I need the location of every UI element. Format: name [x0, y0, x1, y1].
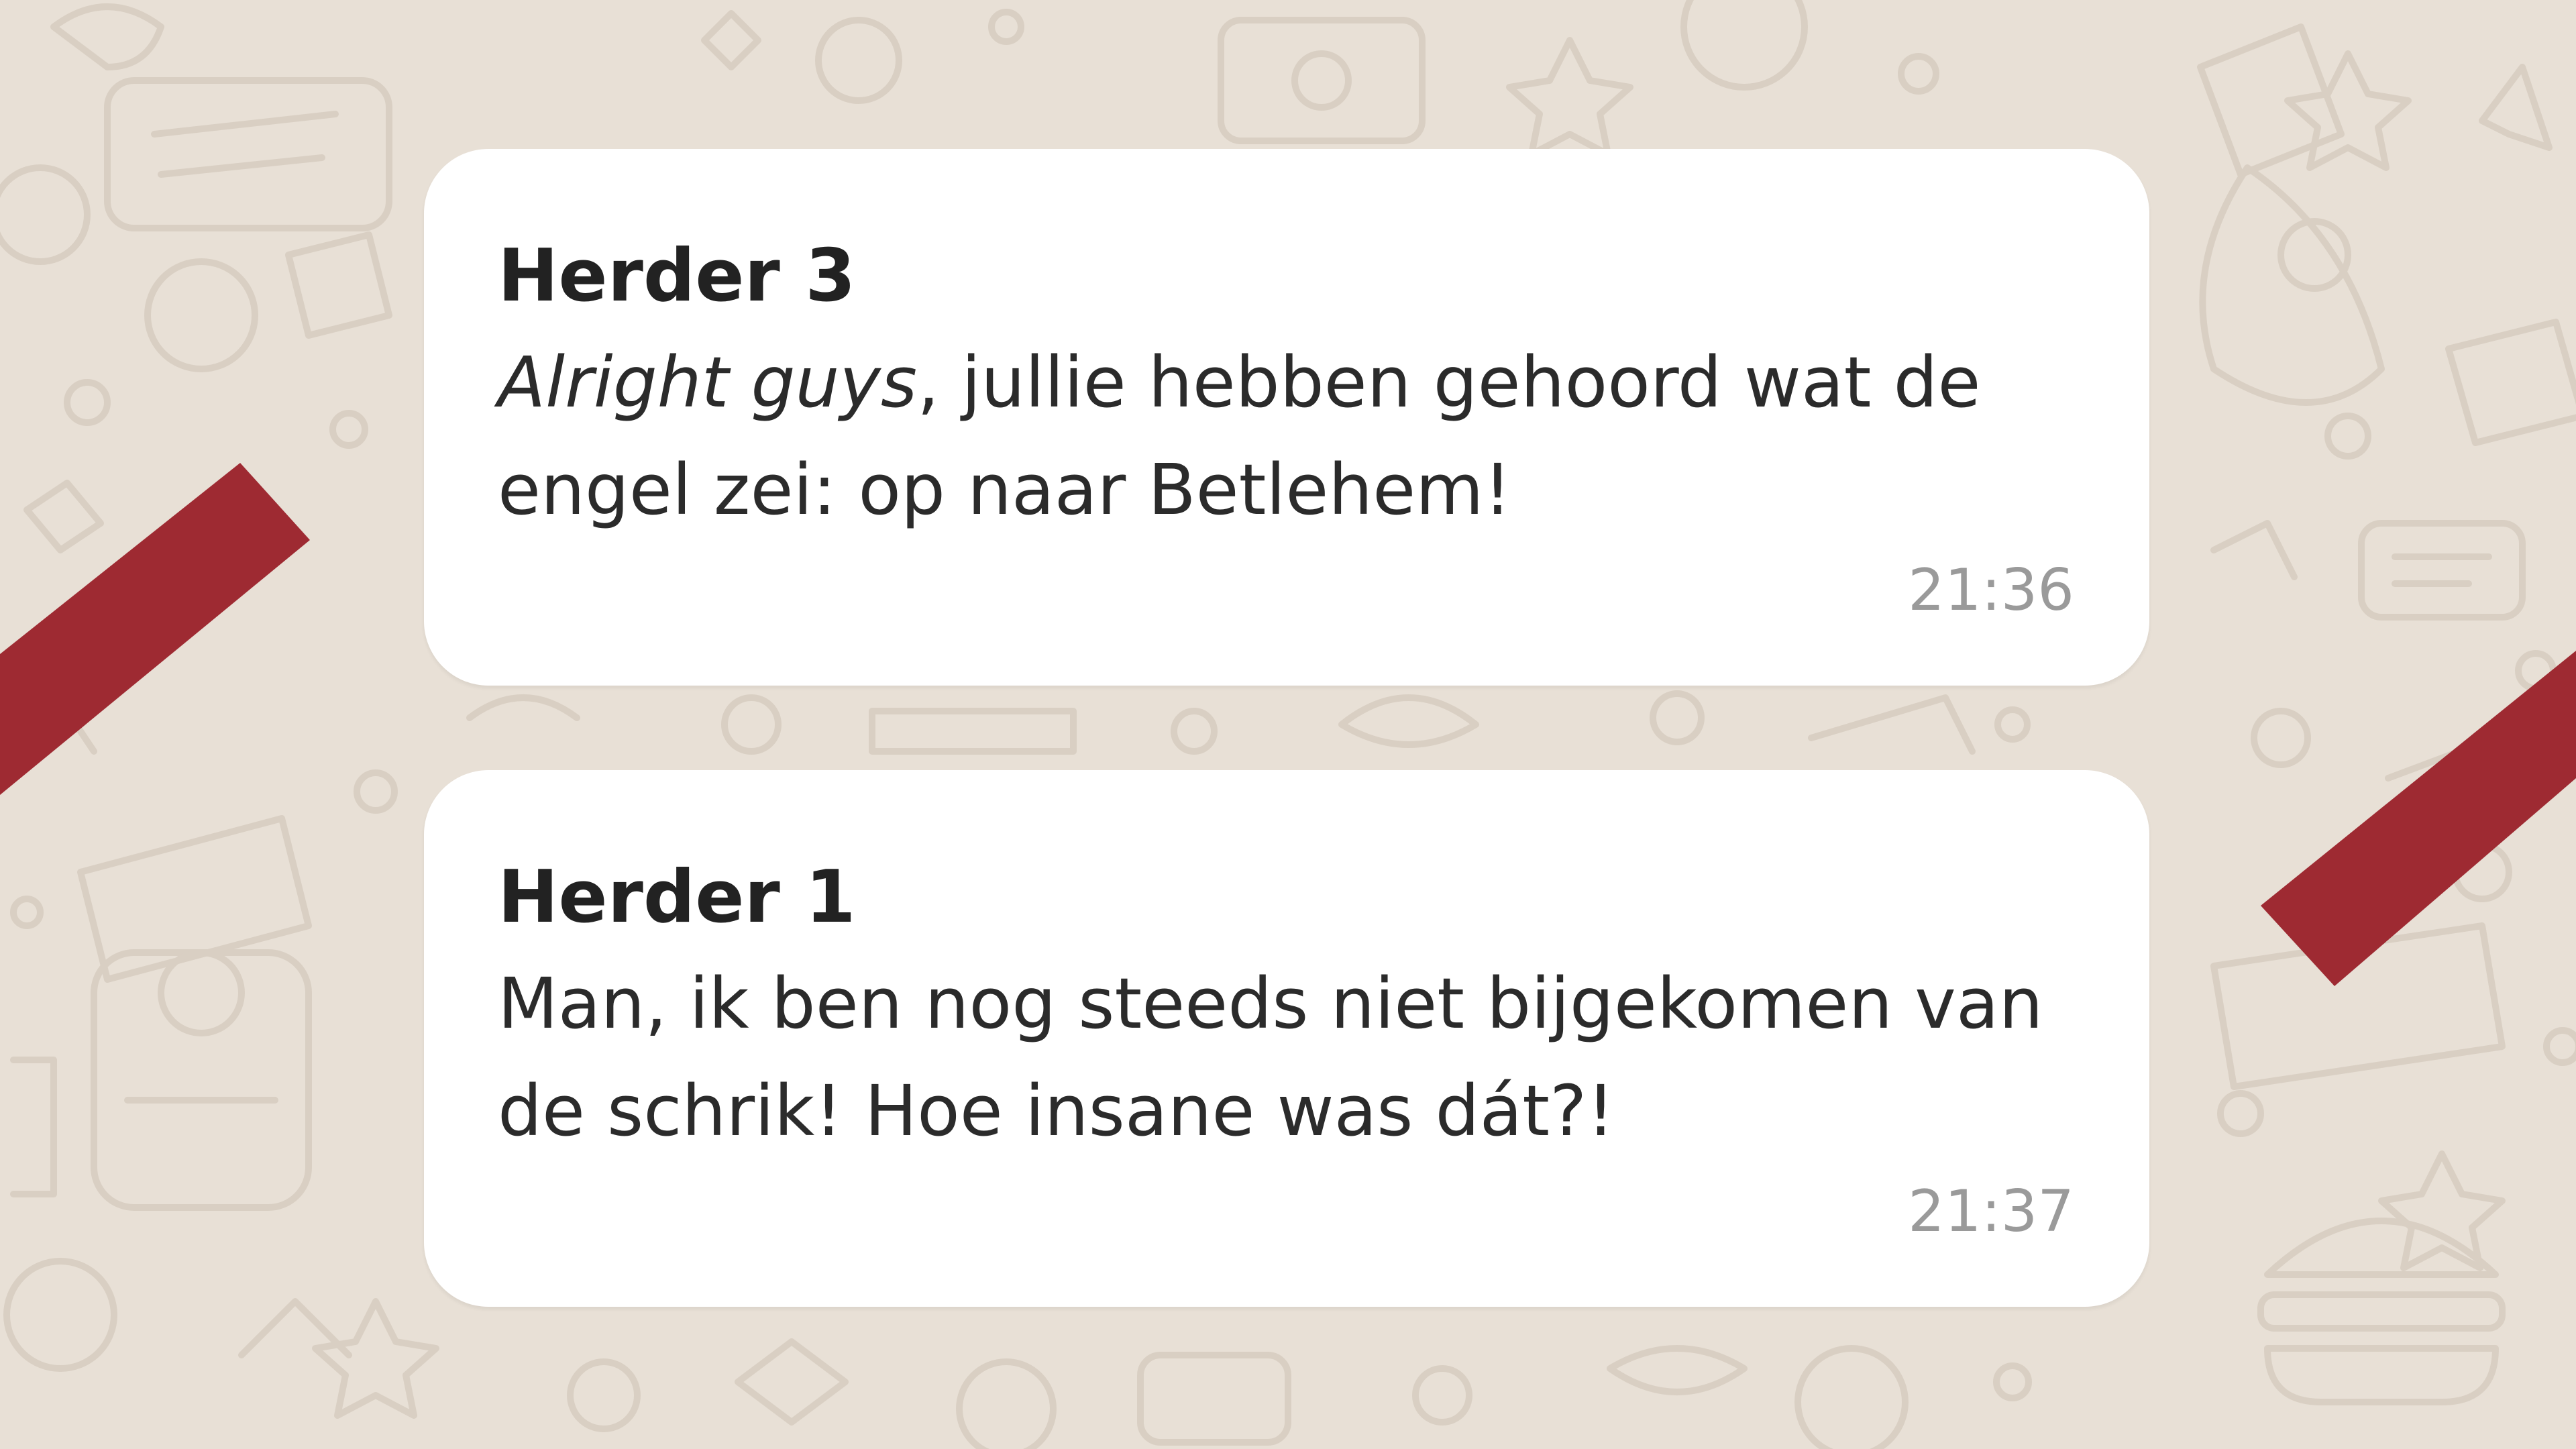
message-sender: Herder 1 — [498, 855, 856, 939]
accent-stripe-right — [2261, 651, 2576, 986]
message-bubble[interactable]: Herder 1 Man, ik ben nog steeds niet bij… — [424, 770, 2149, 1307]
message-bubble[interactable]: Herder 3 Alright guys, jullie hebben geh… — [424, 149, 2149, 686]
message-timestamp: 21:36 — [1908, 557, 2074, 624]
message-text-italic: Alright guys — [498, 341, 918, 423]
message-timestamp: 21:37 — [1908, 1178, 2074, 1245]
message-sender: Herder 3 — [498, 234, 856, 318]
accent-stripe-left — [0, 463, 310, 795]
message-text: Alright guys, jullie hebben gehoord wat … — [498, 329, 2068, 543]
message-text: Man, ik ben nog steeds niet bijgekomen v… — [498, 963, 2043, 1152]
